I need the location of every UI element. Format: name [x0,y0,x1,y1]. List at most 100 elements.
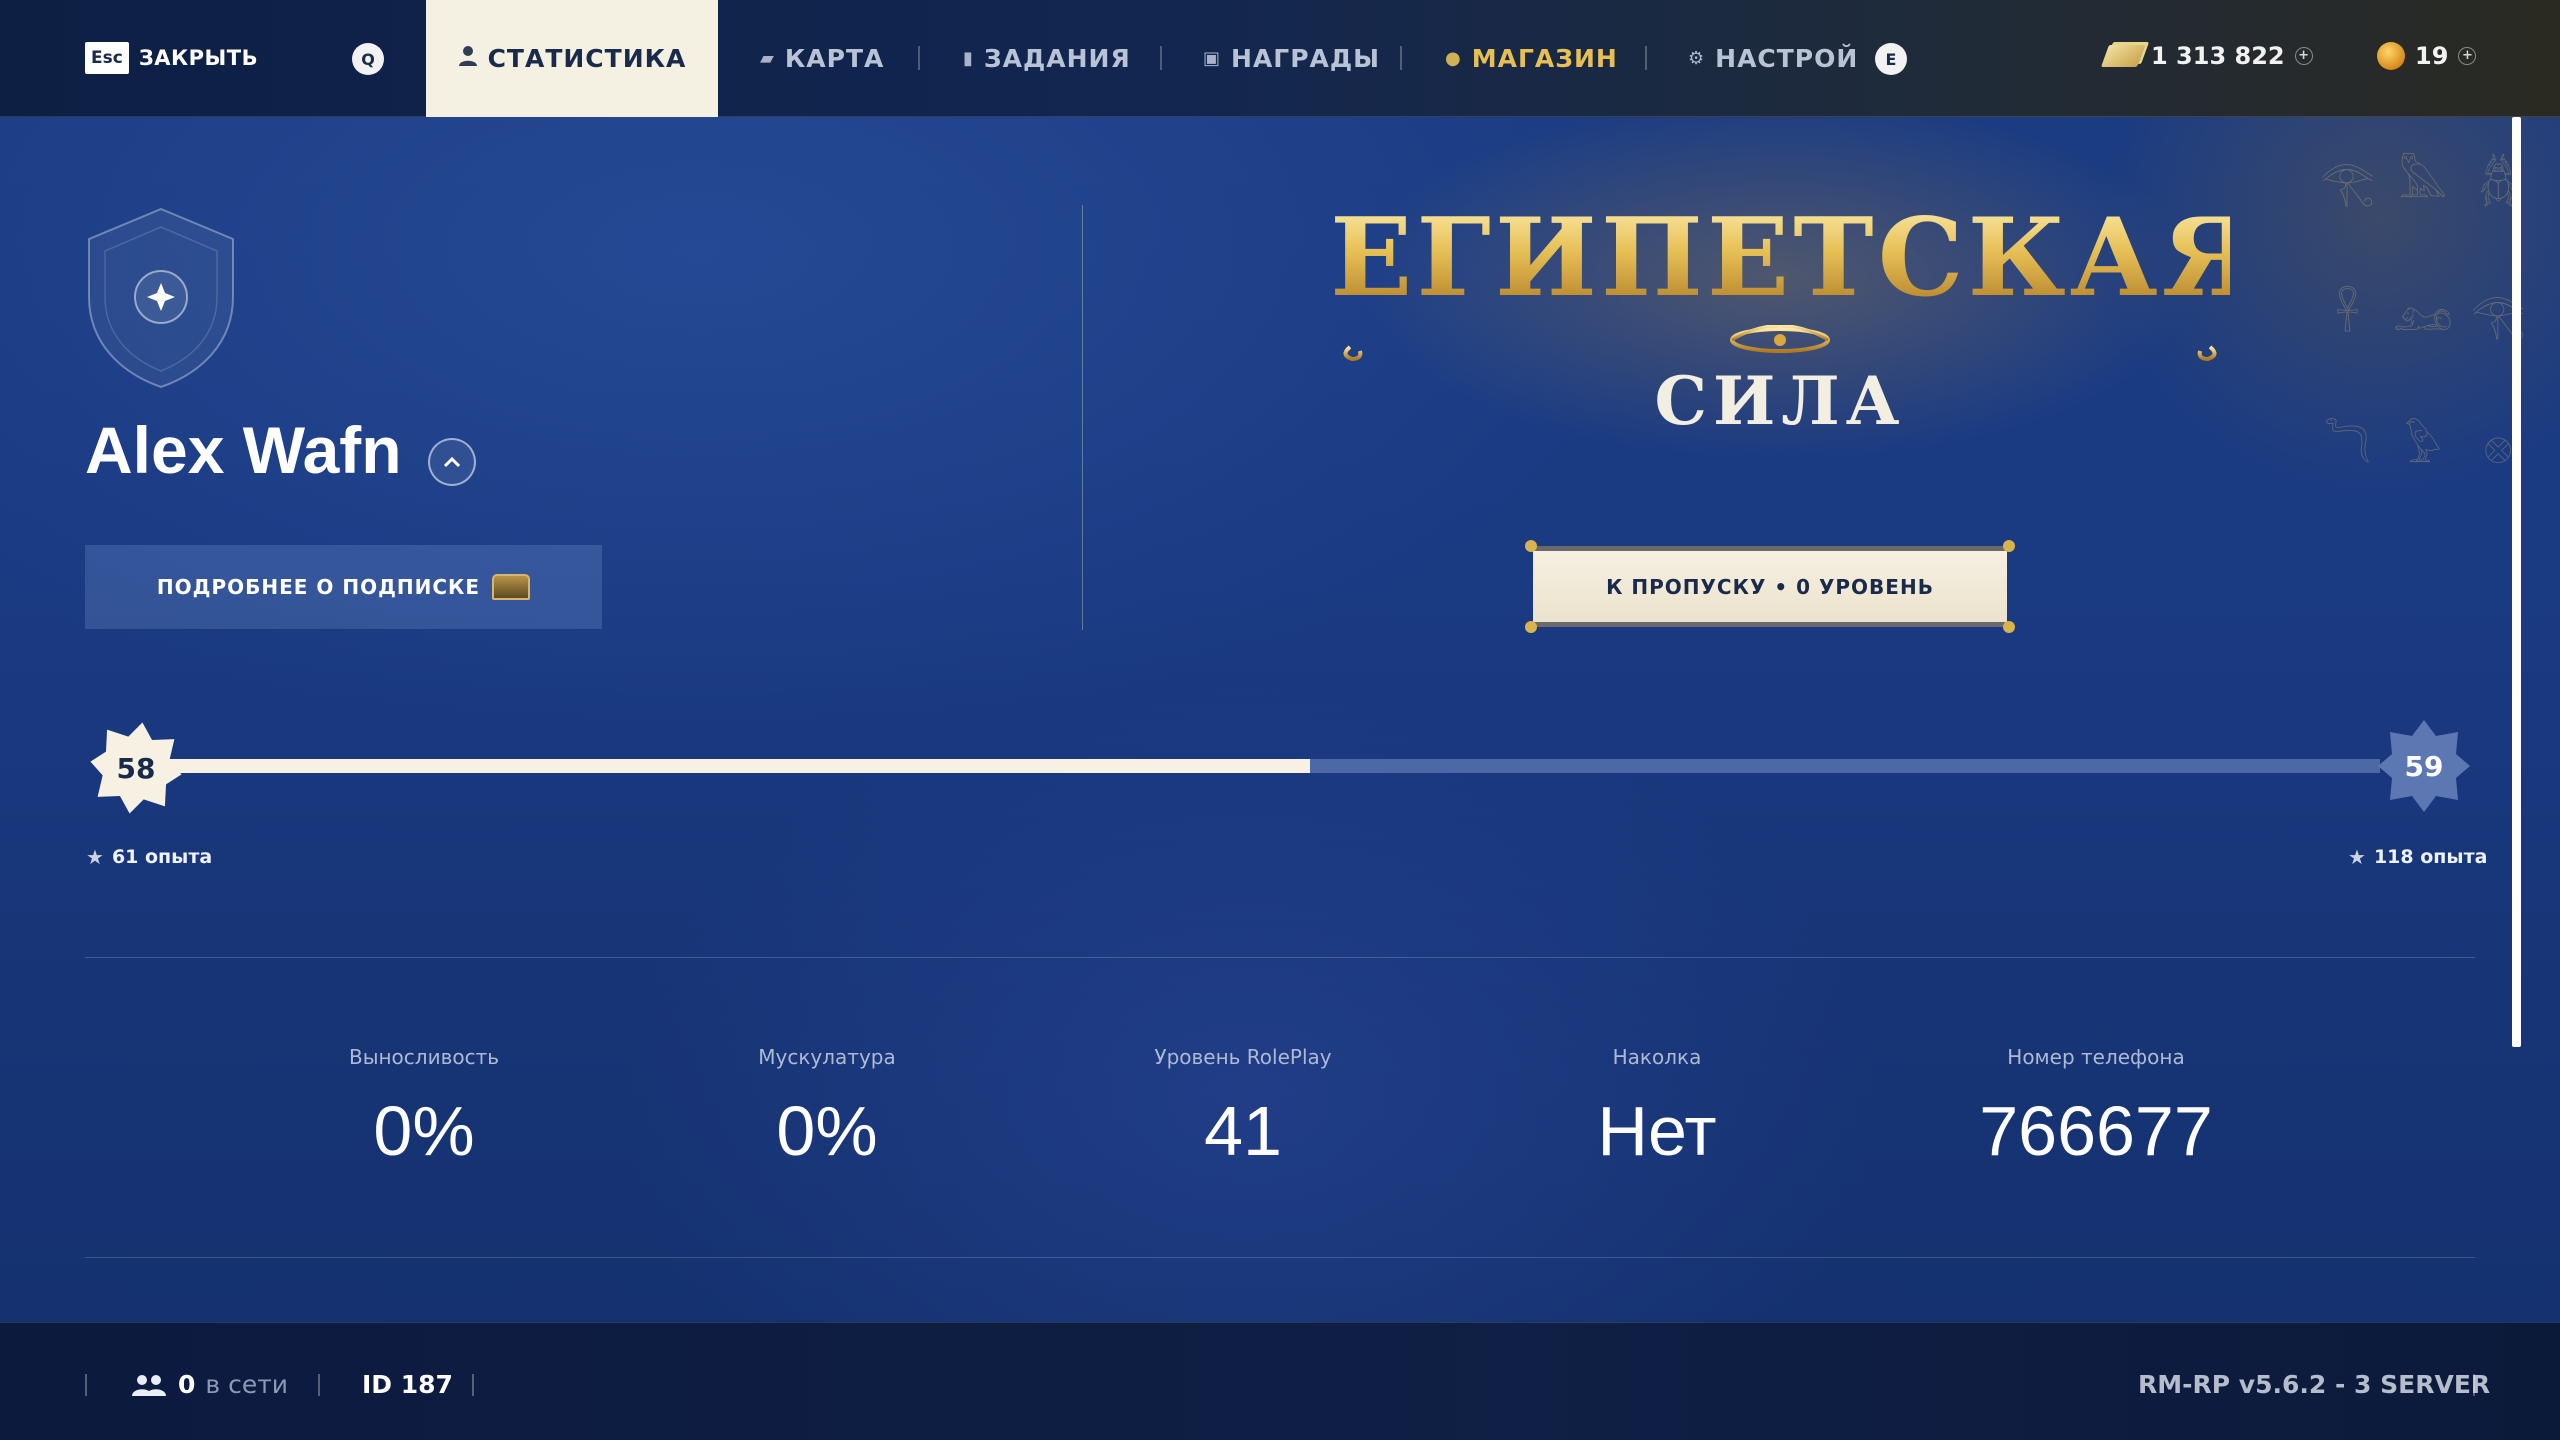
stat-label: Номер телефона [2007,1045,2185,1069]
stat-value: Нет [1597,1092,1717,1170]
stat-stamina: Выносливость 0% [244,1045,604,1171]
eye-of-horus-ornament-icon [1343,325,2217,362]
player-name: Alex Wafn [85,413,402,487]
shop-icon: ● [1445,48,1462,69]
server-version: RM-RP v5.6.2 - 3 SERVER [2138,1370,2491,1399]
online-friends[interactable]: 0 в сети [130,1370,288,1399]
stats-bottom-divider [85,1257,2475,1258]
rank-shield-icon [88,207,234,389]
tab-shop-label: МАГАЗИН [1471,44,1618,73]
close-button[interactable]: Esc ЗАКРЫТЬ [85,42,258,74]
battle-pass-button[interactable]: К ПРОПУСКУ • 0 УРОВЕНЬ [1525,540,2015,633]
map-icon: ▰ [760,48,775,69]
stat-phone-number: Номер телефона 766677 [1916,1045,2276,1171]
add-cash-icon[interactable]: + [2294,47,2313,65]
stat-value: 0% [776,1092,878,1170]
subscription-details-button[interactable]: ПОДРОБНЕЕ О ПОДПИСКЕ [85,545,602,629]
tab-divider [1160,46,1162,70]
scroll-knob-icon [1525,621,1537,633]
tab-quests-label: ЗАДАНИЯ [983,44,1131,73]
hieroglyph-icon: 𓃭 [2392,289,2453,341]
star-icon: ★ [2348,845,2366,869]
next-level-number: 59 [2404,749,2444,783]
add-coins-icon[interactable]: + [2458,47,2477,65]
tab-rewards[interactable]: ▣ НАГРАДЫ [1203,0,1380,117]
online-label: в сети [205,1370,289,1399]
coin-icon [2377,42,2405,70]
scrollbar-thumb[interactable] [2512,117,2521,1047]
current-level-badge: 58 [88,720,184,816]
event-subtitle: СИЛА [1654,362,1906,440]
stat-label: Уровень RolePlay [1154,1045,1332,1069]
next-xp-text: 118 опыта [2373,846,2488,868]
star-icon: ★ [86,845,104,869]
hieroglyph-icon: 𓂀 [2320,157,2375,208]
stat-label: Наколка [1612,1045,1702,1069]
battle-pass-scroll: К ПРОПУСКУ • 0 УРОВЕНЬ [1533,546,2007,627]
tab-shop[interactable]: ● МАГАЗИН [1445,0,1618,117]
tab-divider [1645,46,1647,70]
scroll-knob-icon [1525,540,1537,552]
hieroglyph-icon: 𓋹 [2335,289,2360,341]
tab-settings-label: НАСТРОЙ [1715,44,1859,73]
stat-value: 0% [373,1092,475,1170]
tab-settings[interactable]: ⚙ НАСТРОЙ [1688,0,1858,117]
stat-value: 41 [1204,1092,1282,1170]
hieroglyph-icon: 𓅱 [2403,422,2442,474]
tab-map-label: КАРТА [784,44,885,73]
footer-divider [318,1374,320,1396]
tab-rewards-label: НАГРАДЫ [1231,44,1381,73]
top-navigation-bar: Esc ЗАКРЫТЬ Q СТАТИСТИКА ▰ КАРТА ▮ ЗАДАН… [0,0,2560,117]
next-xp: ★ 118 опыта [2348,845,2487,869]
subscription-details-label: ПОДРОБНЕЕ О ПОДПИСКЕ [156,575,481,599]
stat-value: 766677 [1979,1092,2213,1170]
tab-statistics-label: СТАТИСТИКА [487,44,687,73]
scroll-knob-icon [2003,621,2015,633]
player-id: ID 187 [362,1370,453,1399]
chevron-up-icon [443,456,461,468]
stat-muscles: Мускулатура 0% [647,1045,1007,1171]
next-tab-key-hint[interactable]: E [1875,43,1907,75]
treasure-chest-icon [492,574,531,600]
stats-top-divider [85,957,2475,958]
level-progress-bar [150,759,2380,773]
person-icon [458,45,478,72]
gear-icon: ⚙ [1688,48,1706,69]
tab-statistics[interactable]: СТАТИСТИКА [426,0,718,117]
gift-icon: ▣ [1203,48,1222,69]
tab-divider [1400,46,1402,70]
level-progress-fill [150,759,1310,773]
stat-roleplay-level: Уровень RolePlay 41 [1063,1045,1423,1171]
tab-divider [918,46,920,70]
current-xp-text: 61 опыта [111,846,213,868]
tab-map[interactable]: ▰ КАРТА [760,0,884,117]
event-title: ЕГИПЕТСКАЯ [1330,195,2261,321]
footer-divider [2473,1374,2475,1396]
tab-quests[interactable]: ▮ ЗАДАНИЯ [963,0,1131,117]
cash-balance: 1 313 822 + [2100,42,2313,70]
cash-amount: 1 313 822 [2151,42,2285,70]
stat-label: Мускулатура [758,1045,896,1069]
online-count: 0 [178,1370,196,1399]
stat-tattoo: Наколка Нет [1477,1045,1837,1171]
current-xp: ★ 61 опыта [86,845,212,869]
close-label: ЗАКРЫТЬ [138,46,259,70]
prev-tab-key-hint[interactable]: Q [352,43,384,75]
esc-key-hint: Esc [85,42,129,74]
stat-label: Выносливость [348,1045,500,1069]
hieroglyph-icon: 𓆓 [2323,422,2371,474]
profile-divider [1082,205,1083,630]
hieroglyph-icon: 𓅓 [2398,157,2448,208]
footer-divider [85,1374,87,1396]
next-level-badge: 59 [2376,718,2472,814]
cash-icon [2100,45,2146,67]
battle-pass-label: К ПРОПУСКУ • 0 УРОВЕНЬ [1606,574,1934,599]
current-level-number: 58 [116,751,156,785]
coin-balance: 19 + [2377,42,2477,70]
friends-icon [132,1374,166,1396]
collapse-profile-button[interactable] [428,438,476,486]
coin-amount: 19 [2415,42,2449,70]
hieroglyph-wall-decoration: 𓂀 𓅓 𓆣 𓋹 𓃭 𓂀 𓆓 𓅱 𓊖 [2300,120,2540,540]
scroll-knob-icon [2003,540,2015,552]
note-icon: ▮ [963,48,974,69]
